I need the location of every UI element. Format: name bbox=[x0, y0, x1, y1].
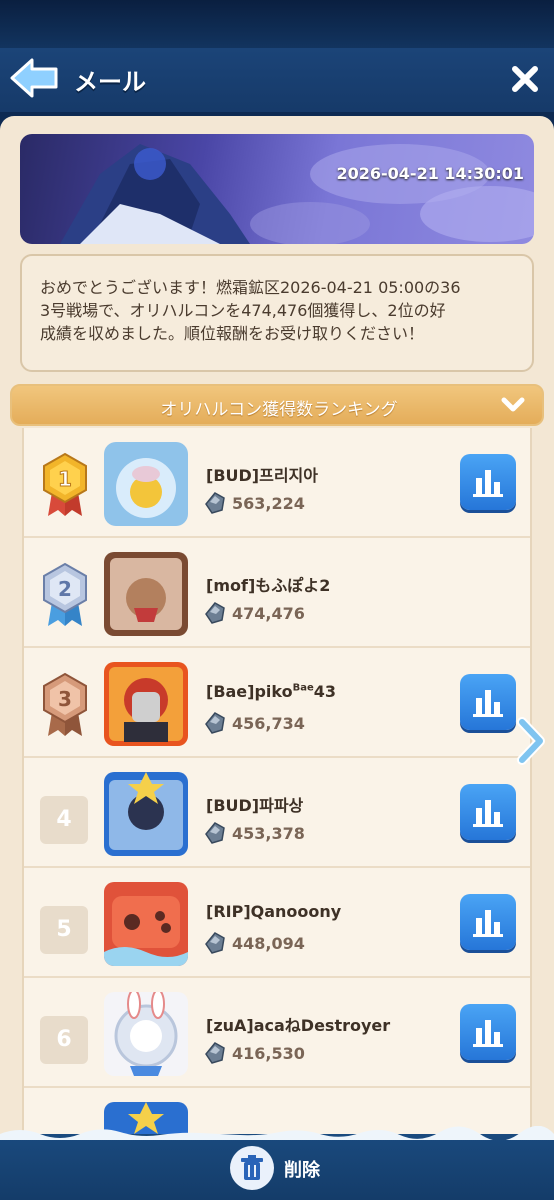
svg-text:2: 2 bbox=[58, 577, 72, 601]
player-avatar bbox=[104, 442, 188, 526]
player-score: 416,530 bbox=[232, 1044, 305, 1063]
ranking-row-3: 3 [Bae]pikoBae43 456,734 bbox=[24, 648, 530, 758]
player-avatar bbox=[104, 662, 188, 746]
next-arrow-button[interactable] bbox=[514, 716, 548, 766]
player-score: 456,734 bbox=[232, 714, 305, 733]
close-icon bbox=[512, 66, 538, 92]
trash-icon-bg bbox=[230, 1146, 274, 1190]
ranking-title: オリハルコン獲得数ランキング bbox=[160, 400, 398, 420]
rank-number: 6 bbox=[40, 1016, 88, 1064]
player-name: [Bae]pikoBae43 bbox=[206, 682, 336, 701]
rank-number: 5 bbox=[40, 906, 88, 954]
bronze-medal-icon: 3 bbox=[43, 672, 87, 736]
player-name: [BUD]파파상 bbox=[206, 796, 304, 815]
view-stats-button[interactable] bbox=[460, 454, 516, 510]
status-strip bbox=[0, 0, 554, 48]
player-avatar bbox=[104, 992, 188, 1076]
rank-number: 4 bbox=[40, 796, 88, 844]
page-title: メール bbox=[74, 68, 146, 96]
player-name: [BUD]프리지아 bbox=[206, 466, 318, 485]
player-name-sup: Bae bbox=[292, 682, 314, 694]
view-stats-button[interactable] bbox=[460, 784, 516, 840]
message-box: おめでとうございます！燃霜鉱区2026-04-21 05:00の36 3号戦場で… bbox=[20, 254, 534, 372]
silver-medal-icon: 2 bbox=[43, 562, 87, 626]
gold-medal-icon: 1 bbox=[43, 452, 87, 516]
ranking-row-5: 5 [RIP]Qanooony 448,094 bbox=[24, 868, 530, 978]
delete-label: 削除 bbox=[284, 1160, 320, 1181]
bar-chart-icon bbox=[473, 690, 503, 717]
trash-icon bbox=[241, 1155, 263, 1180]
player-score: 448,094 bbox=[232, 934, 305, 953]
bar-chart-icon bbox=[473, 1020, 503, 1047]
player-name: [zuA]acaねDestroyer bbox=[206, 1016, 391, 1035]
message-line-3: 成績を収めました。順位報酬をお受け取りください！ bbox=[40, 324, 425, 343]
ore-icon bbox=[205, 1042, 225, 1064]
message-line-2: 3号戦場で、オリハルコンを474,476個獲得し、2位の好 bbox=[40, 301, 446, 320]
bar-chart-icon bbox=[473, 910, 503, 937]
ranking-header[interactable]: オリハルコン獲得数ランキング bbox=[10, 384, 544, 426]
ore-icon bbox=[205, 492, 225, 514]
delete-button[interactable]: 削除 bbox=[230, 1146, 340, 1190]
player-score: 563,224 bbox=[232, 494, 305, 513]
player-score: 474,476 bbox=[232, 604, 305, 623]
snow-edge bbox=[0, 1126, 554, 1140]
back-arrow-icon bbox=[10, 58, 58, 98]
banner-illustration bbox=[60, 144, 534, 244]
ranking-row-4: 4 [BUD]파파상 453,378 bbox=[24, 758, 530, 868]
ranking-row-1: 1 [BUD]프리지아 563,224 bbox=[24, 428, 530, 538]
back-button[interactable] bbox=[8, 56, 60, 100]
player-score: 453,378 bbox=[232, 824, 305, 843]
view-stats-button[interactable] bbox=[460, 1004, 516, 1060]
player-name-main: [Bae]piko bbox=[206, 682, 293, 701]
player-avatar bbox=[104, 772, 188, 856]
ore-icon bbox=[205, 602, 225, 624]
ranking-row-2: 2 [mof]もふぽよ2 474,476 bbox=[24, 538, 530, 648]
event-banner: 2026-04-21 14:30:01 bbox=[20, 134, 534, 244]
ore-icon bbox=[205, 822, 225, 844]
footer-bar: 削除 bbox=[0, 1126, 554, 1200]
bar-chart-icon bbox=[473, 470, 503, 497]
view-stats-button[interactable] bbox=[460, 894, 516, 950]
player-name-tail: 43 bbox=[313, 682, 337, 701]
chevron-right-icon bbox=[517, 717, 545, 765]
view-stats-button[interactable] bbox=[460, 674, 516, 730]
ranking-row-6: 6 [zuA]acaねDestroyer 416,530 bbox=[24, 978, 530, 1088]
player-name: [mof]もふぽよ2 bbox=[206, 576, 331, 595]
ranking-list: 1 [BUD]프리지아 563,224 2 [mof]もふぽよ2 474,476… bbox=[22, 428, 532, 1148]
header-bar: メール bbox=[0, 48, 554, 112]
message-line-1: おめでとうございます！燃霜鉱区2026-04-21 05:00の36 bbox=[40, 278, 461, 297]
svg-text:3: 3 bbox=[58, 687, 72, 711]
chevron-down-icon bbox=[501, 397, 525, 412]
banner-date: 2026-04-21 14:30:01 bbox=[336, 164, 524, 183]
player-avatar bbox=[104, 882, 188, 966]
player-avatar bbox=[104, 552, 188, 636]
bar-chart-icon bbox=[473, 800, 503, 827]
close-button[interactable] bbox=[510, 64, 540, 94]
player-name: [RIP]Qanooony bbox=[206, 902, 342, 921]
mail-panel: 2026-04-21 14:30:01 おめでとうございます！燃霜鉱区2026-… bbox=[0, 116, 554, 1148]
svg-text:1: 1 bbox=[58, 467, 72, 491]
ore-icon bbox=[205, 932, 225, 954]
ore-icon bbox=[205, 712, 225, 734]
